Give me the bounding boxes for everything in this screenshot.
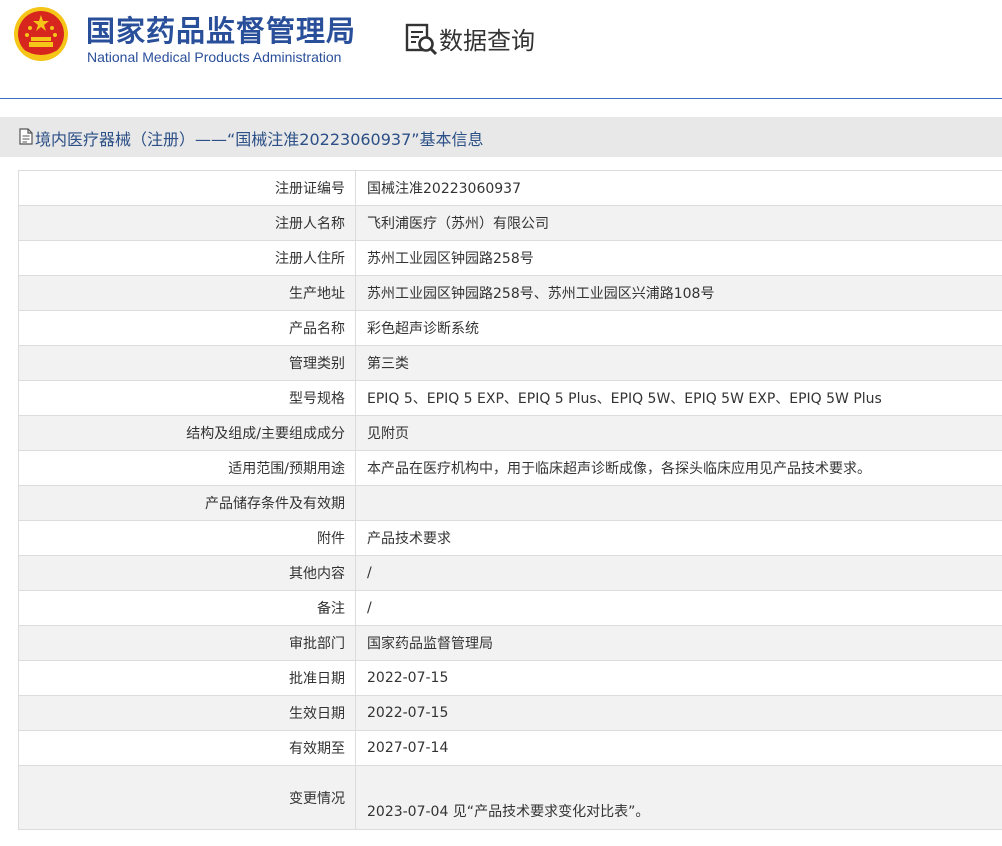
field-value: 彩色超声诊断系统 [355,310,1002,346]
table-row: 其他内容 / [18,555,1002,591]
field-value: 第三类 [355,345,1002,381]
field-label: 管理类别 [18,345,356,381]
field-label: 注册人名称 [18,205,356,241]
table-row: 生效日期 2022-07-15 [18,695,1002,731]
field-value: 苏州工业园区钟园路258号 [355,240,1002,276]
org-name-cn[interactable]: 国家药品监督管理局 [86,8,356,50]
field-label: 结构及组成/主要组成成分 [18,415,356,451]
field-value: 产品技术要求 [355,520,1002,556]
data-query-label: 数据查询 [439,27,535,55]
table-row: 附件 产品技术要求 [18,520,1002,556]
field-value: EPIQ 5、EPIQ 5 EXP、EPIQ 5 Plus、EPIQ 5W、EP… [355,380,1002,416]
field-value: 飞利浦医疗（苏州）有限公司 [355,205,1002,241]
org-name-en[interactable]: National Medical Products Administration [87,49,341,65]
table-row: 产品名称 彩色超声诊断系统 [18,310,1002,346]
field-label: 审批部门 [18,625,356,661]
table-row: 注册人住所 苏州工业园区钟园路258号 [18,240,1002,276]
field-value [355,485,1002,521]
field-label: 产品名称 [18,310,356,346]
table-row: 有效期至 2027-07-14 [18,730,1002,766]
table-row: 生产地址 苏州工业园区钟园路258号、苏州工业园区兴浦路108号 [18,275,1002,311]
table-row: 注册人名称 飞利浦医疗（苏州）有限公司 [18,205,1002,241]
table-row: 管理类别 第三类 [18,345,1002,381]
field-label: 批准日期 [18,660,356,696]
field-value: 国械注准20223060937 [355,170,1002,206]
field-value: 2023-07-04 见“产品技术要求变化对比表”。 [355,765,1002,830]
table-row: 型号规格 EPIQ 5、EPIQ 5 EXP、EPIQ 5 Plus、EPIQ 5… [18,380,1002,416]
table-row: 批准日期 2022-07-15 [18,660,1002,696]
field-label: 型号规格 [18,380,356,416]
field-value: / [355,555,1002,591]
field-label: 附件 [18,520,356,556]
field-label: 生产地址 [18,275,356,311]
registration-info-table: 注册证编号 国械注准20223060937 注册人名称 飞利浦医疗（苏州）有限公司 注册… [18,170,1002,830]
table-row: 适用范围/预期用途 本产品在医疗机构中，用于临床超声诊断成像，各探头临床应用见产品… [18,450,1002,486]
field-label: 产品储存条件及有效期 [18,485,356,521]
table-row: 注册证编号 国械注准20223060937 [18,170,1002,206]
site-header: 国家药品监督管理局 National Medical Products Admi… [0,0,1002,98]
field-value: 本产品在医疗机构中，用于临床超声诊断成像，各探头临床应用见产品技术要求。 [355,450,1002,486]
field-label: 生效日期 [18,695,356,731]
field-value: 见附页 [355,415,1002,451]
document-icon [19,128,33,145]
field-label: 其他内容 [18,555,356,591]
table-row: 产品储存条件及有效期 [18,485,1002,521]
page-title: 境内医疗器械（注册）——“国械注准20223060937”基本信息 [35,130,484,149]
table-row: 审批部门 国家药品监督管理局 [18,625,1002,661]
field-value: 国家药品监督管理局 [355,625,1002,661]
field-value: 苏州工业园区钟园路258号、苏州工业园区兴浦路108号 [355,275,1002,311]
field-label: 变更情况 [18,765,356,830]
table-row: 变更情况 2023-07-04 见“产品技术要求变化对比表”。 [18,765,1002,830]
field-label: 有效期至 [18,730,356,766]
document-search-icon [405,23,438,56]
field-label: 适用范围/预期用途 [18,450,356,486]
table-row: 结构及组成/主要组成成分 见附页 [18,415,1002,451]
field-value: 2022-07-15 [355,695,1002,731]
field-value: 2027-07-14 [355,730,1002,766]
field-value: / [355,590,1002,626]
field-value: 2022-07-15 [355,660,1002,696]
field-label: 备注 [18,590,356,626]
field-label: 注册人住所 [18,240,356,276]
field-label: 注册证编号 [18,170,356,206]
table-row: 备注 / [18,590,1002,626]
national-emblem-icon[interactable] [13,6,69,62]
header-divider [0,98,1002,99]
